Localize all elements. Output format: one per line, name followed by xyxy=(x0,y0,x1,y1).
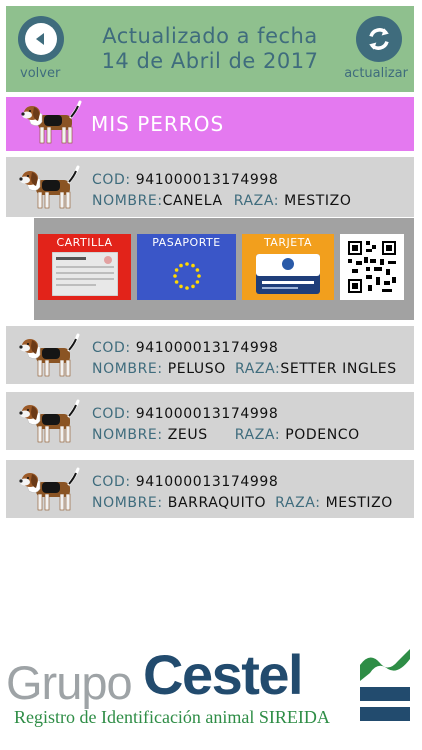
tarjeta-label: TARJETA xyxy=(263,236,313,249)
breed-value: SETTER INGLES xyxy=(280,361,397,377)
dog-row[interactable]: COD: 941000013174998 NOMBRE: PELUSO RAZA… xyxy=(6,326,414,384)
breed-value: MESTIZO xyxy=(325,495,393,511)
cod-label: COD: xyxy=(92,172,131,188)
cod-value: 941000013174998 xyxy=(135,172,279,188)
cartilla-button[interactable]: CARTILLA xyxy=(38,234,131,300)
cod-label: COD: xyxy=(92,340,131,356)
beagle-dog-icon xyxy=(17,165,80,210)
breed-value: MESTIZO xyxy=(284,193,352,209)
name-label: NOMBRE: xyxy=(92,427,163,443)
back-label[interactable]: volver xyxy=(20,66,60,81)
documents-panel: CARTILLA PASAPORTE TARJETA xyxy=(34,218,414,320)
dog-row[interactable]: COD: 941000013174998 NOMBRE:CANELA RAZA:… xyxy=(6,157,414,217)
dog-row[interactable]: COD: 941000013174998 NOMBRE: BARRAQUITO … xyxy=(6,460,414,518)
id-card-icon xyxy=(256,254,320,294)
name-breed-line: NOMBRE: PELUSO RAZA:SETTER INGLES xyxy=(92,361,397,377)
name-value: PELUSO xyxy=(167,361,226,377)
beagle-dog-icon xyxy=(19,100,82,145)
cartilla-label: CARTILLA xyxy=(56,236,113,249)
health-card-icon xyxy=(52,252,118,296)
name-value: ZEUS xyxy=(167,427,208,443)
name-breed-line: NOMBRE: ZEUS RAZA: PODENCO xyxy=(92,427,360,443)
brand-grupo-text: Grupo xyxy=(6,656,133,709)
name-value: CANELA xyxy=(162,193,223,209)
breed-label: RAZA: xyxy=(234,427,281,443)
back-arrow-icon xyxy=(36,33,44,45)
cod-line: COD: 941000013174998 xyxy=(92,340,278,356)
brand-cestel-text: Cestel xyxy=(143,643,304,706)
beagle-dog-icon xyxy=(17,399,80,444)
cod-line: COD: 941000013174998 xyxy=(92,406,278,422)
qr-code-icon xyxy=(346,239,398,295)
pasaporte-button[interactable]: PASAPORTE xyxy=(137,234,236,300)
refresh-label[interactable]: actualizar xyxy=(344,66,408,81)
pasaporte-label: PASAPORTE xyxy=(152,236,221,249)
cod-value: 941000013174998 xyxy=(135,474,279,490)
cod-value: 941000013174998 xyxy=(135,406,279,422)
name-label: NOMBRE: xyxy=(92,495,163,511)
beagle-dog-icon xyxy=(17,333,80,378)
breed-label: RAZA: xyxy=(234,361,281,377)
name-breed-line: NOMBRE:CANELA RAZA: MESTIZO xyxy=(92,193,351,209)
cod-label: COD: xyxy=(92,474,131,490)
cod-label: COD: xyxy=(92,406,131,422)
refresh-button[interactable] xyxy=(356,16,402,62)
brand-logo-icon xyxy=(360,649,410,721)
cod-line: COD: 941000013174998 xyxy=(92,172,278,188)
beagle-dog-icon xyxy=(17,467,80,512)
section-title: MIS PERROS xyxy=(91,112,225,136)
back-button[interactable] xyxy=(18,16,64,62)
dog-row[interactable]: COD: 941000013174998 NOMBRE: ZEUS RAZA: … xyxy=(6,392,414,450)
cod-line: COD: 941000013174998 xyxy=(92,474,278,490)
my-dogs-section-bar: MIS PERROS xyxy=(6,97,414,151)
tarjeta-button[interactable]: TARJETA xyxy=(242,234,334,300)
title-line-1: Actualizado a fecha xyxy=(102,24,318,48)
name-value: BARRAQUITO xyxy=(167,495,267,511)
cod-value: 941000013174998 xyxy=(135,340,279,356)
breed-label: RAZA: xyxy=(233,193,280,209)
breed-label: RAZA: xyxy=(275,495,321,511)
name-label: NOMBRE: xyxy=(92,193,163,209)
name-breed-line: NOMBRE: BARRAQUITO RAZA: MESTIZO xyxy=(92,495,393,511)
update-date-title: Actualizado a fecha 14 de Abril de 2017 xyxy=(76,24,344,74)
breed-value: PODENCO xyxy=(285,427,360,443)
header-bar: volver Actualizado a fecha 14 de Abril d… xyxy=(6,6,414,92)
refresh-icon xyxy=(369,28,389,50)
name-label: NOMBRE: xyxy=(92,361,163,377)
eu-stars-icon xyxy=(173,262,201,290)
qr-code-button[interactable] xyxy=(340,234,404,300)
title-line-2: 14 de Abril de 2017 xyxy=(101,49,319,73)
brand-subtitle: Registro de Identificación animal SIREID… xyxy=(14,707,330,727)
